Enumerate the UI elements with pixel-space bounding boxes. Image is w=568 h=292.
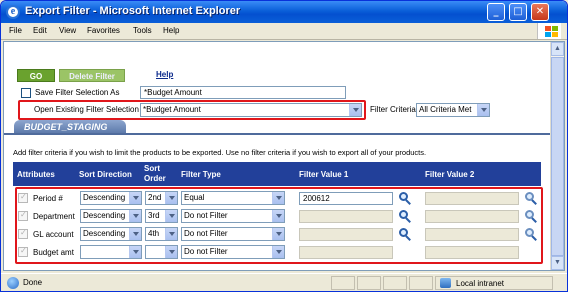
table-header: Attributes Sort Direction Sort Order Fil… bbox=[13, 162, 541, 186]
intranet-icon bbox=[440, 278, 451, 288]
header-sort-direction: Sort Direction bbox=[79, 170, 132, 179]
filter-criteria-value: All Criteria Met bbox=[419, 105, 472, 114]
filter-criteria-label: Filter Criteria bbox=[370, 105, 416, 114]
chevron-down-icon bbox=[349, 104, 361, 116]
menu-file[interactable]: File bbox=[9, 26, 22, 35]
zone-pane: Local intranet bbox=[435, 276, 553, 290]
menu-help[interactable]: Help bbox=[163, 26, 179, 35]
tab-budget-staging[interactable]: BUDGET_STAGING bbox=[14, 120, 126, 134]
status-pane bbox=[383, 276, 407, 290]
delete-filter-button[interactable]: Delete Filter bbox=[59, 69, 125, 82]
close-button[interactable]: ✕ bbox=[531, 3, 549, 21]
maximize-button[interactable]: □ bbox=[509, 3, 527, 21]
status-pane bbox=[357, 276, 381, 290]
status-text: Done bbox=[23, 278, 43, 287]
menu-favorites[interactable]: Favorites bbox=[87, 26, 120, 35]
open-existing-label: Open Existing Filter Selection bbox=[34, 105, 139, 114]
instruction-text: Add filter criteria if you wish to limit… bbox=[13, 148, 427, 157]
minimize-button[interactable]: _ bbox=[487, 3, 505, 21]
header-attributes: Attributes bbox=[17, 170, 55, 179]
page-done-icon bbox=[7, 277, 19, 289]
status-pane bbox=[331, 276, 355, 290]
title-bar: e Export Filter - Microsoft Internet Exp… bbox=[1, 1, 567, 23]
filter-criteria-select[interactable]: All Criteria Met bbox=[416, 103, 490, 117]
header-filter-value-2: Filter Value 2 bbox=[425, 170, 475, 179]
vertical-scrollbar[interactable]: ▲ ▼ bbox=[550, 42, 564, 270]
chevron-down-icon bbox=[477, 104, 489, 116]
window-title: Export Filter - Microsoft Internet Explo… bbox=[25, 5, 241, 17]
save-filter-label: Save Filter Selection As bbox=[35, 88, 120, 97]
scroll-thumb[interactable] bbox=[551, 57, 564, 256]
go-button[interactable]: GO bbox=[17, 69, 55, 82]
save-filter-checkbox[interactable] bbox=[21, 88, 31, 98]
header-sort-order-line2: Order bbox=[144, 174, 166, 183]
windows-logo-icon bbox=[537, 23, 561, 39]
page-content: GO Delete Filter Help Save Filter Select… bbox=[3, 41, 565, 271]
header-sort-order-line1: Sort bbox=[144, 164, 160, 173]
scroll-down-arrow-icon[interactable]: ▼ bbox=[551, 256, 564, 270]
internet-explorer-icon: e bbox=[6, 5, 20, 19]
menu-tools[interactable]: Tools bbox=[133, 26, 152, 35]
save-filter-input[interactable]: *Budget Amount bbox=[140, 86, 346, 99]
menu-edit[interactable]: Edit bbox=[33, 26, 47, 35]
open-existing-select[interactable]: *Budget Amount bbox=[140, 103, 362, 117]
rows-highlight bbox=[15, 187, 543, 264]
help-link[interactable]: Help bbox=[156, 70, 173, 79]
status-pane bbox=[409, 276, 433, 290]
menu-bar: File Edit View Favorites Tools Help bbox=[1, 23, 567, 40]
open-existing-value: *Budget Amount bbox=[143, 105, 201, 114]
scroll-up-arrow-icon[interactable]: ▲ bbox=[551, 42, 564, 56]
zone-text: Local intranet bbox=[456, 279, 505, 288]
status-bar: Done Local intranet bbox=[1, 273, 567, 291]
menu-view[interactable]: View bbox=[59, 26, 76, 35]
header-filter-value-1: Filter Value 1 bbox=[299, 170, 349, 179]
browser-window: e Export Filter - Microsoft Internet Exp… bbox=[0, 0, 568, 292]
header-filter-type: Filter Type bbox=[181, 170, 221, 179]
tab-underline bbox=[4, 133, 552, 135]
